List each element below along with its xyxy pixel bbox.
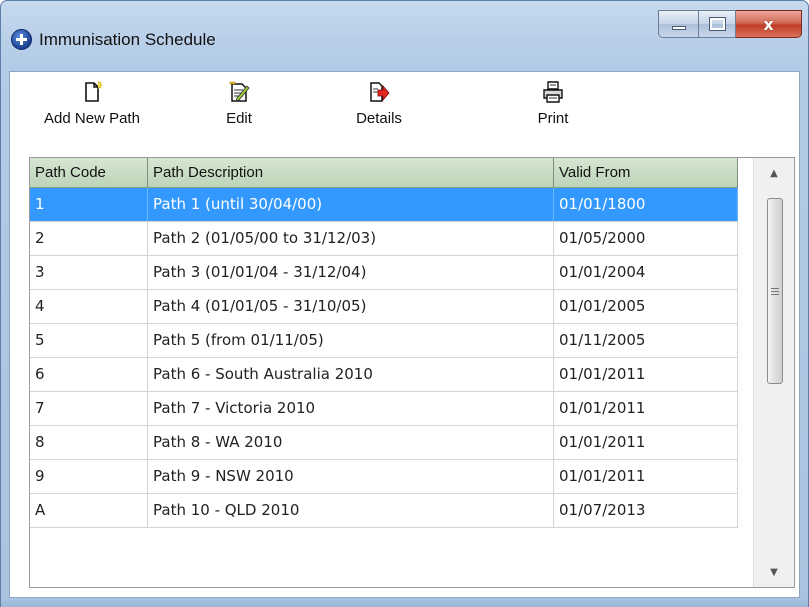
minimize-icon [671,26,686,30]
path-code-cell: 2 [30,222,148,255]
scroll-down-button[interactable]: ▼ [754,557,794,587]
new-document-icon [81,80,103,104]
close-icon: x [763,14,774,34]
table-row[interactable]: 8 Path 8 - WA 2010 01/01/2011 [30,426,738,460]
maximize-button[interactable] [698,10,736,38]
grip-icon [771,287,779,295]
add-new-path-label: Add New Path [44,110,140,127]
path-code-cell: A [30,494,148,527]
path-code-cell: 3 [30,256,148,289]
path-description-cell: Path 4 (01/01/05 - 31/10/05) [148,290,554,323]
vertical-scrollbar[interactable]: ▲ ▼ [753,158,794,587]
client-area: Add New Path Edit Details Print Path Cod… [9,71,800,598]
path-code-cell: 5 [30,324,148,357]
path-description-cell: Path 2 (01/05/00 to 31/12/03) [148,222,554,255]
path-description-cell: Path 6 - South Australia 2010 [148,358,554,391]
table-row[interactable]: 2 Path 2 (01/05/00 to 31/12/03) 01/05/2000 [30,222,738,256]
scroll-up-button[interactable]: ▲ [754,158,794,188]
edit-label: Edit [226,110,252,127]
triangle-down-icon: ▼ [770,566,778,578]
details-label: Details [356,110,402,127]
valid-from-cell: 01/01/2011 [554,460,738,493]
window-bottom-border [1,598,808,607]
maximize-icon [708,17,726,31]
medical-cross-icon [11,29,32,50]
print-button[interactable]: Print [523,80,583,150]
valid-from-cell: 01/01/2011 [554,358,738,391]
table-row[interactable]: 6 Path 6 - South Australia 2010 01/01/2011 [30,358,738,392]
valid-from-cell: 01/01/2011 [554,392,738,425]
path-description-cell: Path 5 (from 01/11/05) [148,324,554,357]
grid-header: Path Code Path Description Valid From [30,158,738,188]
table-row[interactable]: 3 Path 3 (01/01/04 - 31/12/04) 01/01/2004 [30,256,738,290]
path-code-cell: 7 [30,392,148,425]
path-description-cell: Path 1 (until 30/04/00) [148,188,554,221]
valid-from-cell: 01/11/2005 [554,324,738,357]
path-description-cell: Path 7 - Victoria 2010 [148,392,554,425]
path-description-cell: Path 3 (01/01/04 - 31/12/04) [148,256,554,289]
path-description-cell: Path 8 - WA 2010 [148,426,554,459]
details-button[interactable]: Details [339,80,419,150]
path-description-cell: Path 10 - QLD 2010 [148,494,554,527]
path-grid[interactable]: Path Code Path Description Valid From 1P… [29,157,795,588]
valid-from-cell: 01/01/2004 [554,256,738,289]
table-row[interactable]: A Path 10 - QLD 2010 01/07/2013 [30,494,738,528]
details-arrow-icon [368,80,390,104]
column-header-path-code[interactable]: Path Code [30,158,148,188]
table-row[interactable]: 1 Path 1 (until 30/04/00) 01/01/1800 [30,188,738,222]
column-header-valid-from[interactable]: Valid From [554,158,738,188]
print-label: Print [537,110,569,127]
table-row[interactable]: 7 Path 7 - Victoria 2010 01/01/2011 [30,392,738,426]
table-row[interactable]: 4 Path 4 (01/01/05 - 31/10/05) 01/01/2005 [30,290,738,324]
immunisation-schedule-window: Immunisation Schedule x Add New Path Edi… [0,0,809,607]
path-code-cell: 9 [30,460,148,493]
printer-icon [542,80,564,104]
valid-from-cell: 01/05/2000 [554,222,738,255]
triangle-up-icon: ▲ [770,167,778,179]
caption-buttons: x [658,10,802,38]
toolbar: Add New Path Edit Details Print [10,72,799,156]
valid-from-cell: 01/01/2005 [554,290,738,323]
title-bar[interactable]: Immunisation Schedule x [1,1,808,71]
scroll-thumb[interactable] [767,198,783,384]
path-code-cell: 8 [30,426,148,459]
valid-from-cell: 01/01/2011 [554,426,738,459]
close-button[interactable]: x [736,10,802,38]
path-code-cell: 1 [30,188,148,221]
column-header-path-description[interactable]: Path Description [148,158,554,188]
valid-from-cell: 01/07/2013 [554,494,738,527]
grid-rows: 1 Path 1 (until 30/04/00) 01/01/1800 2 Path … [30,188,738,528]
table-row[interactable]: 9 Path 9 - NSW 2010 01/01/2011 [30,460,738,494]
window-title: Immunisation Schedule [39,30,216,49]
table-row[interactable]: 5 Path 5 (from 01/11/05) 01/11/2005 [30,324,738,358]
edit-document-icon [228,80,250,104]
path-code-cell: 4 [30,290,148,323]
path-description-cell: Path 9 - NSW 2010 [148,460,554,493]
valid-from-cell: 01/01/1800 [554,188,738,221]
minimize-button[interactable] [658,10,698,38]
add-new-path-button[interactable]: Add New Path [22,80,162,150]
edit-button[interactable]: Edit [209,80,269,150]
path-code-cell: 6 [30,358,148,391]
